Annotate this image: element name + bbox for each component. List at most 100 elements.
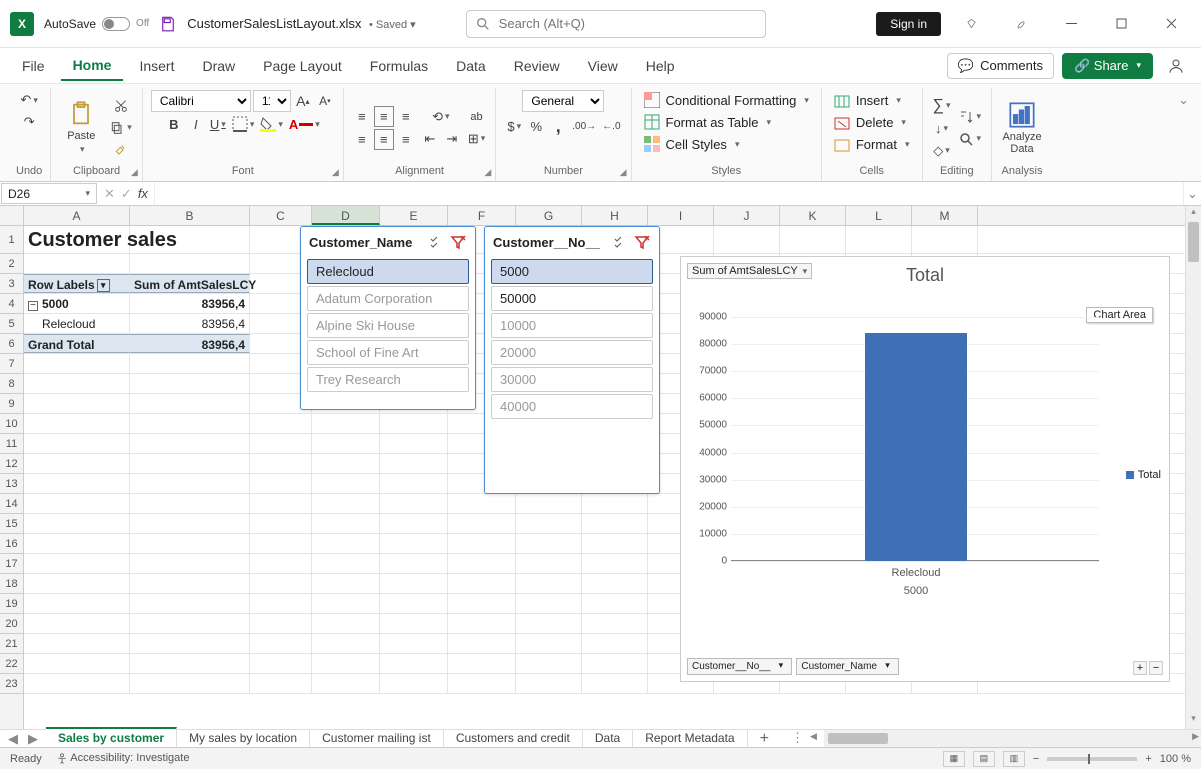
cell[interactable] [380,554,448,573]
cell[interactable] [312,574,380,593]
tab-page-layout[interactable]: Page Layout [251,52,354,80]
row-header[interactable]: 3 [0,274,23,294]
clear-filter-icon[interactable] [449,233,467,251]
cell[interactable] [448,494,516,513]
sheet-tabs[interactable]: Sales by customerMy sales by locationCus… [46,730,748,747]
tab-help[interactable]: Help [634,52,687,80]
cell[interactable] [380,534,448,553]
redo-button[interactable]: ↷ [19,112,39,132]
cell[interactable] [24,614,130,633]
ribbon-collapse-icon[interactable]: ⌄ [1174,88,1193,181]
cell[interactable] [24,394,130,413]
vertical-scrollbar[interactable]: ▴ ▾ [1185,206,1201,729]
cell[interactable] [312,514,380,533]
cell[interactable]: Sum of AmtSalesLCY [130,274,250,293]
share-button[interactable]: 🔗 Share ▾ [1062,53,1153,79]
cell[interactable] [130,534,250,553]
cell[interactable] [516,494,582,513]
cell[interactable] [24,474,130,493]
cell[interactable] [312,654,380,673]
format-painter-button[interactable] [107,140,134,160]
row-header[interactable]: 9 [0,394,23,414]
column-header[interactable]: K [780,206,846,225]
analyze-data-button[interactable]: Analyze Data [1000,99,1044,157]
cell[interactable] [380,434,448,453]
tab-home[interactable]: Home [61,51,124,81]
column-header[interactable]: H [582,206,648,225]
cell[interactable] [250,474,312,493]
row-header[interactable]: 5 [0,314,23,334]
clipboard-dialog-launcher[interactable]: ◢ [131,167,138,178]
cell[interactable] [582,534,648,553]
cell[interactable] [516,634,582,653]
clear-button[interactable]: ◇▾ [931,141,953,161]
cell[interactable]: Relecloud [24,314,130,333]
row-header[interactable]: 2 [0,254,23,274]
diamond-icon[interactable] [951,9,991,39]
cell-styles-button[interactable]: Cell Styles▾ [640,134,813,154]
comma-button[interactable]: , [548,114,568,139]
conditional-formatting-button[interactable]: Conditional Formatting▾ [640,90,813,110]
cell[interactable] [130,474,250,493]
document-name[interactable]: CustomerSalesListLayout.xlsx • Saved ▾ [187,16,415,31]
cell[interactable]: −5000 [24,294,130,313]
cell[interactable] [312,474,380,493]
sheet-tab[interactable]: Report Metadata [633,729,747,747]
vertical-scroll-thumb[interactable] [1188,222,1199,262]
row-header[interactable]: 17 [0,554,23,574]
font-dialog-launcher[interactable]: ◢ [332,167,339,178]
cell[interactable] [380,414,448,433]
row-header[interactable]: 19 [0,594,23,614]
cell[interactable]: Customer sales [24,226,130,253]
cell[interactable]: 83956,4 [130,334,250,353]
merge-button[interactable]: ⊞▾ [466,129,487,149]
cell[interactable] [24,454,130,473]
cell[interactable] [250,514,312,533]
column-header[interactable]: M [912,206,978,225]
horizontal-scrollbar[interactable]: ◀ ▶ [824,730,1201,747]
cell[interactable] [312,614,380,633]
cell[interactable]: 83956,4 [130,294,250,313]
close-icon[interactable] [1151,9,1191,39]
cell[interactable]: Row Labels▾ [24,274,130,293]
tab-draw[interactable]: Draw [190,52,247,80]
tab-insert[interactable]: Insert [127,52,186,80]
cell[interactable] [516,614,582,633]
decrease-font-icon[interactable]: A▾ [315,91,335,111]
row-header[interactable]: 6 [0,334,23,354]
font-color-button[interactable]: A▾ [287,114,322,134]
row-header[interactable]: 13 [0,474,23,494]
row-header[interactable]: 18 [0,574,23,594]
row-header[interactable]: 21 [0,634,23,654]
cell[interactable] [516,594,582,613]
zoom-level[interactable]: 100 % [1160,753,1191,765]
select-all-corner[interactable] [0,206,24,226]
align-bottom-icon[interactable]: ≡ [396,106,416,126]
cut-button[interactable] [107,96,134,116]
cell[interactable] [312,414,380,433]
cell[interactable] [380,674,448,693]
cell[interactable] [250,574,312,593]
cell[interactable] [516,654,582,673]
wrap-text-button[interactable]: ab [466,107,487,127]
border-button[interactable]: ▾ [230,114,257,134]
cell[interactable] [250,614,312,633]
name-box[interactable]: D26 ▾ [1,183,97,204]
cell[interactable] [516,534,582,553]
cancel-formula-icon[interactable]: ✕ [104,186,115,202]
cell[interactable] [582,594,648,613]
cell[interactable] [130,434,250,453]
cell[interactable] [130,414,250,433]
enter-formula-icon[interactable]: ✓ [121,186,132,202]
scroll-up-icon[interactable]: ▴ [1186,206,1201,222]
cell[interactable] [516,674,582,693]
cell[interactable] [312,494,380,513]
comments-button[interactable]: 💬 Comments [947,53,1054,79]
column-headers[interactable]: ABCDEFGHIJKLM [24,206,1185,226]
cell[interactable] [582,614,648,633]
scroll-down-icon[interactable]: ▾ [1186,713,1201,729]
slicer-item[interactable]: 5000 [491,259,653,284]
cell[interactable] [24,374,130,393]
cell[interactable] [130,634,250,653]
row-header[interactable]: 16 [0,534,23,554]
